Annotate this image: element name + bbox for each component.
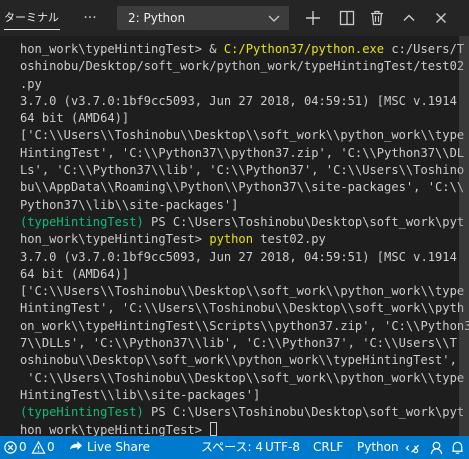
panel-header: ターミナル ··· 2: Python	[0, 0, 469, 36]
eol-status[interactable]: CRLF	[313, 436, 343, 459]
terminal-text: 3.7.0 (v3.7.0:1bf9cc5093, Jun 27 2018, 0…	[20, 249, 457, 264]
terminal-text: (typeHintingTest)	[20, 405, 144, 420]
terminal-selector-value: 2: Python	[128, 11, 186, 25]
feedback-icon[interactable]	[429, 440, 444, 455]
terminal-text: 7\\DLLs', 'C:\\Python37\\lib', 'C:\\Pyth…	[20, 336, 457, 351]
terminal-text: hon_work\typeHintingTest>	[20, 422, 210, 436]
warning-icon[interactable]	[31, 440, 46, 455]
terminal-line: bu\\AppData\\Roaming\\Python\\Python37\\…	[20, 179, 469, 196]
terminal-line: 64 bit (AMD64)]	[20, 110, 469, 127]
indentation-status[interactable]: スペース: 4	[201, 436, 263, 459]
bell-icon[interactable]	[450, 440, 465, 455]
tab-terminal[interactable]: ターミナル	[4, 8, 59, 28]
terminal-line: (typeHintingTest) PS C:\Users\Toshinobu\…	[20, 404, 469, 421]
terminal-text: HintingTest\\lib\\site-packages']	[20, 387, 261, 402]
terminal-text: 64 bit (AMD64)]	[20, 266, 130, 281]
error-icon[interactable]	[3, 440, 18, 455]
plus-icon[interactable]	[303, 8, 323, 28]
terminal-text: oshinobu/Desktop/soft_work/python_work/t…	[20, 59, 465, 74]
terminal-text: .py	[20, 76, 42, 91]
terminal-lines: hon_work\typeHintingTest> & C:/Python37/…	[20, 41, 469, 436]
split-icon[interactable]	[337, 8, 357, 28]
terminal-line: 3.7.0 (v3.7.0:1bf9cc5093, Jun 27 2018, 0…	[20, 249, 469, 266]
terminal-line: ['C:\\Users\\Toshinobu\\Desktop\\soft_wo…	[20, 127, 469, 144]
terminal-text: 64 bit (AMD64)]	[20, 111, 130, 126]
terminal-text: on_work\\typeHintingTest\\Scripts\\pytho…	[20, 318, 469, 333]
terminal-text: PS C:\Users\Toshinobu\Desktop\soft_work\…	[143, 405, 465, 420]
terminal-text: python	[209, 232, 253, 247]
terminal-text: 'C:\\Users\\Toshinobu\\Desktop\\soft_wor…	[20, 370, 465, 385]
terminal-line: on_work\\typeHintingTest\\Scripts\\pytho…	[20, 318, 469, 335]
terminal-text: HintingTest', 'C:\\Users\\Toshinobu\\Des…	[20, 301, 465, 316]
terminal-text: ['C:\\Users\\Toshinobu\\Desktop\\soft_wo…	[20, 284, 465, 299]
live-share-label[interactable]: Live Share	[87, 436, 150, 459]
terminal-text: oshinobu\\Desktop\\soft_work\\python_wor…	[20, 353, 457, 368]
scrollbar-thumb[interactable]	[459, 36, 469, 436]
warning-count[interactable]: 0	[47, 436, 55, 459]
terminal-text: 3.7.0 (v3.7.0:1bf9cc5093, Jun 27 2018, 0…	[20, 93, 457, 108]
chevron-down-icon	[268, 15, 280, 22]
terminal-text: HintingTest', 'C:\\Python37\\python37.zi…	[20, 145, 465, 160]
terminal-line: 64 bit (AMD64)]	[20, 266, 469, 283]
terminal-text: Ls', 'C:\\Python37\\lib', 'C:\\Python37'…	[20, 163, 465, 178]
encoding-status[interactable]: UTF-8	[265, 436, 300, 459]
terminal-cursor	[210, 421, 218, 436]
terminal-line: 'C:\\Users\\Toshinobu\\Desktop\\soft_wor…	[20, 370, 469, 387]
terminal-line: 7\\DLLs', 'C:\\Python37\\lib', 'C:\\Pyth…	[20, 335, 469, 352]
scrollbar[interactable]	[459, 36, 469, 436]
terminal-text: Python37\\lib\\site-packages']	[20, 197, 239, 212]
terminal-line: oshinobu\\Desktop\\soft_work\\python_wor…	[20, 352, 469, 369]
live-share-icon[interactable]	[68, 440, 83, 455]
terminal-line: Ls', 'C:\\Python37\\lib', 'C:\\Python37'…	[20, 162, 469, 179]
error-count[interactable]: 0	[19, 436, 27, 459]
terminal-line: hon_work\typeHintingTest>	[20, 421, 469, 436]
trash-icon[interactable]	[367, 8, 387, 28]
terminal-line: ['C:\\Users\\Toshinobu\\Desktop\\soft_wo…	[20, 283, 469, 300]
terminal-selector[interactable]: 2: Python	[117, 6, 289, 30]
terminal-text: C:/Python37/python.exe	[223, 42, 385, 56]
terminal-text: PS C:\Users\Toshinobu\Desktop\soft_work\…	[143, 214, 465, 229]
terminal-text: bu\\AppData\\Roaming\\Python\\Python37\\…	[20, 180, 465, 195]
terminal-text: test02.py	[253, 232, 326, 247]
remote-icon[interactable]	[405, 440, 420, 455]
terminal-line: HintingTest', 'C:\\Python37\\python37.zi…	[20, 145, 469, 162]
terminal-output[interactable]: hon_work\typeHintingTest> & C:/Python37/…	[0, 36, 469, 436]
terminal-text: (typeHintingTest)	[20, 214, 144, 229]
close-icon[interactable]	[431, 8, 451, 28]
terminal-line: HintingTest', 'C:\\Users\\Toshinobu\\Des…	[20, 300, 469, 317]
chevron-up-icon[interactable]	[399, 8, 419, 28]
terminal-line: hon_work\typeHintingTest> & C:/Python37/…	[20, 41, 469, 58]
terminal-line: hon_work\typeHintingTest> python test02.…	[20, 231, 469, 248]
terminal-line: .py	[20, 76, 469, 93]
terminal-text: hon_work\typeHintingTest>	[20, 232, 210, 247]
terminal-line: 3.7.0 (v3.7.0:1bf9cc5093, Jun 27 2018, 0…	[20, 93, 469, 110]
terminal-line: HintingTest\\lib\\site-packages']	[20, 387, 469, 404]
terminal-text: c:/Users/T	[384, 42, 465, 56]
terminal-line: (typeHintingTest) PS C:\Users\Toshinobu\…	[20, 214, 469, 231]
language-mode[interactable]: Python	[357, 436, 399, 459]
terminal-line: oshinobu/Desktop/soft_work/python_work/t…	[20, 58, 469, 75]
terminal-text: hon_work\typeHintingTest> &	[20, 42, 224, 56]
active-tab-indicator	[4, 29, 60, 30]
terminal-text: ['C:\\Users\\Toshinobu\\Desktop\\soft_wo…	[20, 128, 465, 143]
terminal-line: Python37\\lib\\site-packages']	[20, 197, 469, 214]
status-bar: 0 0 Live Share スペース: 4 UTF-8 CRLF Python	[0, 436, 469, 459]
ellipsis-icon[interactable]: ···	[80, 8, 100, 28]
